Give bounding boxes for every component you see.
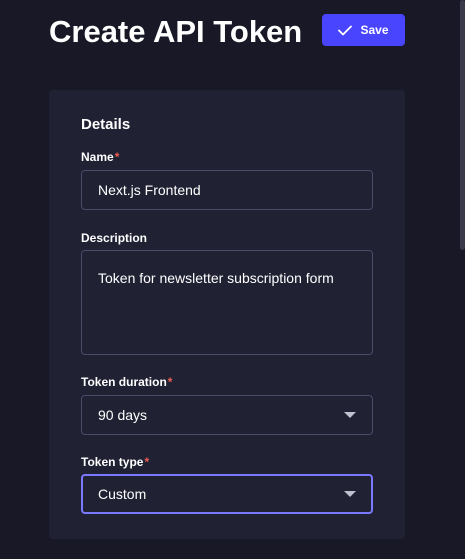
token-duration-value: 90 days — [98, 407, 148, 423]
name-label-text: Name — [81, 150, 114, 164]
token-duration-label-text: Token duration — [81, 375, 167, 389]
token-type-select[interactable]: Custom — [81, 474, 373, 514]
caret-down-icon — [344, 491, 356, 497]
token-type-label: Token type* — [81, 455, 149, 469]
required-mark: * — [114, 150, 120, 164]
required-mark: * — [144, 455, 150, 469]
description-textarea[interactable]: Token for newsletter subscription form — [81, 250, 373, 355]
name-label: Name* — [81, 150, 119, 164]
page: Create API Token Save Details Name* Desc… — [0, 0, 465, 559]
details-card: Details Name* Description Token for news… — [49, 90, 405, 539]
header: Create API Token Save — [49, 12, 465, 56]
required-mark: * — [167, 375, 173, 389]
token-type-value: Custom — [98, 486, 147, 502]
description-label: Description — [81, 231, 148, 245]
token-duration-label: Token duration* — [81, 375, 172, 389]
page-title: Create API Token — [49, 14, 303, 49]
name-input[interactable] — [81, 170, 373, 210]
check-icon — [338, 25, 353, 36]
save-button-label: Save — [360, 23, 389, 37]
caret-down-icon — [344, 412, 356, 418]
token-type-label-text: Token type — [81, 455, 144, 469]
section-title: Details — [81, 116, 131, 133]
save-button[interactable]: Save — [322, 14, 405, 46]
token-duration-select[interactable]: 90 days — [81, 395, 373, 435]
